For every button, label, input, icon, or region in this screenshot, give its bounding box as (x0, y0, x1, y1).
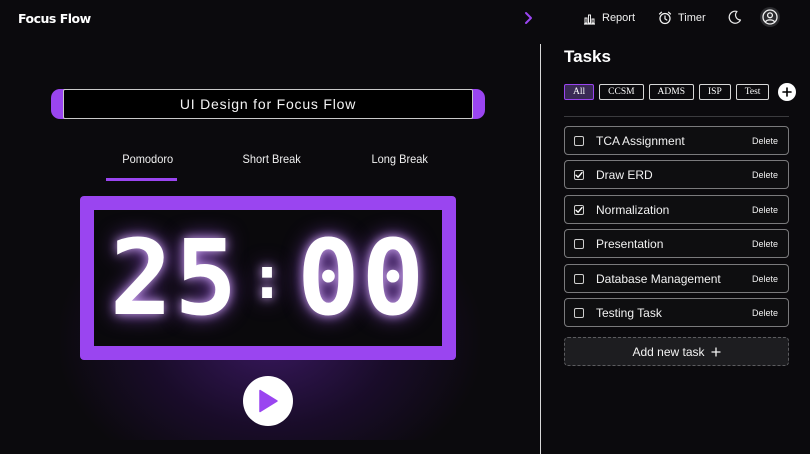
alarm-clock-icon (658, 11, 672, 25)
filter-all[interactable]: All (564, 84, 595, 100)
play-button[interactable] (243, 376, 293, 426)
delete-task-button[interactable]: Delete (752, 308, 778, 318)
active-tab-indicator (106, 178, 177, 181)
filter-test[interactable]: Test (735, 84, 770, 100)
report-button[interactable]: Report (583, 9, 635, 27)
plus-icon (782, 87, 793, 97)
task-filters: All CCSM ADMS ISP Test (564, 83, 797, 101)
user-circle-icon (762, 9, 778, 25)
session-title-bar[interactable]: UI Design for Focus Flow (51, 89, 485, 119)
chevron-right-icon (525, 12, 532, 24)
task-checkbox[interactable] (574, 170, 584, 181)
task-item[interactable]: TCA Assignment Delete (564, 126, 789, 155)
collapse-panel-button[interactable] (520, 9, 538, 27)
task-item[interactable]: Testing Task Delete (564, 297, 789, 327)
filter-isp[interactable]: ISP (699, 84, 731, 100)
plus-icon (710, 346, 721, 357)
bar-chart-icon (584, 14, 595, 25)
timer-seconds: 00 (297, 217, 427, 339)
timer-button[interactable]: Timer (658, 9, 706, 27)
profile-button[interactable] (760, 7, 780, 27)
task-label: Testing Task (596, 305, 662, 320)
task-checkbox[interactable] (574, 239, 584, 250)
task-label: TCA Assignment (596, 134, 685, 148)
delete-task-button[interactable]: Delete (752, 205, 778, 215)
timer-separator: : (248, 243, 288, 313)
session-title[interactable]: UI Design for Focus Flow (63, 89, 473, 119)
delete-task-button[interactable]: Delete (752, 170, 778, 180)
task-list: TCA Assignment Delete Draw ERD Delete No… (564, 126, 789, 332)
task-item[interactable]: Draw ERD Delete (564, 160, 789, 190)
task-checkbox[interactable] (574, 307, 584, 318)
check-icon (575, 172, 583, 179)
delete-task-button[interactable]: Delete (752, 136, 778, 146)
tab-pomodoro[interactable]: Pomodoro (122, 152, 173, 170)
tasks-divider (564, 116, 789, 117)
add-filter-button[interactable] (778, 83, 797, 101)
task-label: Draw ERD (596, 168, 653, 183)
title-accent-right (471, 89, 485, 119)
app-brand[interactable]: Focus Flow (18, 11, 91, 26)
task-item[interactable]: Presentation Delete (564, 229, 789, 259)
add-task-button[interactable]: Add new task (564, 337, 789, 366)
report-label: Report (602, 12, 636, 24)
timer-minutes: 25 (109, 217, 239, 339)
task-checkbox[interactable] (574, 136, 584, 146)
tab-long-break[interactable]: Long Break (371, 152, 427, 170)
task-item[interactable]: Normalization Delete (564, 194, 789, 224)
delete-task-button[interactable]: Delete (752, 274, 778, 284)
add-task-label: Add new task (632, 344, 705, 359)
timer-display: 25 : 00 (80, 196, 456, 360)
task-label: Database Management (596, 271, 721, 286)
top-bar: Focus Flow Report Timer (0, 0, 810, 38)
timer-label: Timer (678, 12, 706, 24)
timer-digits: 25 : 00 (94, 210, 442, 346)
task-label: Presentation (596, 237, 664, 252)
theme-toggle-button[interactable] (727, 9, 743, 25)
filter-adms[interactable]: ADMS (648, 84, 694, 100)
task-item[interactable]: Database Management Delete (564, 263, 789, 293)
timer-screen: 25 : 00 (94, 210, 442, 346)
moon-icon (728, 10, 742, 24)
tasks-heading: Tasks (564, 47, 611, 66)
tab-short-break[interactable]: Short Break (243, 152, 301, 170)
panel-divider (540, 44, 541, 454)
check-icon (575, 206, 583, 213)
delete-task-button[interactable]: Delete (752, 239, 778, 249)
task-checkbox[interactable] (574, 273, 584, 284)
filter-ccsm[interactable]: CCSM (599, 84, 644, 100)
task-label: Normalization (596, 202, 670, 217)
task-checkbox[interactable] (574, 204, 584, 215)
play-icon (259, 389, 278, 413)
